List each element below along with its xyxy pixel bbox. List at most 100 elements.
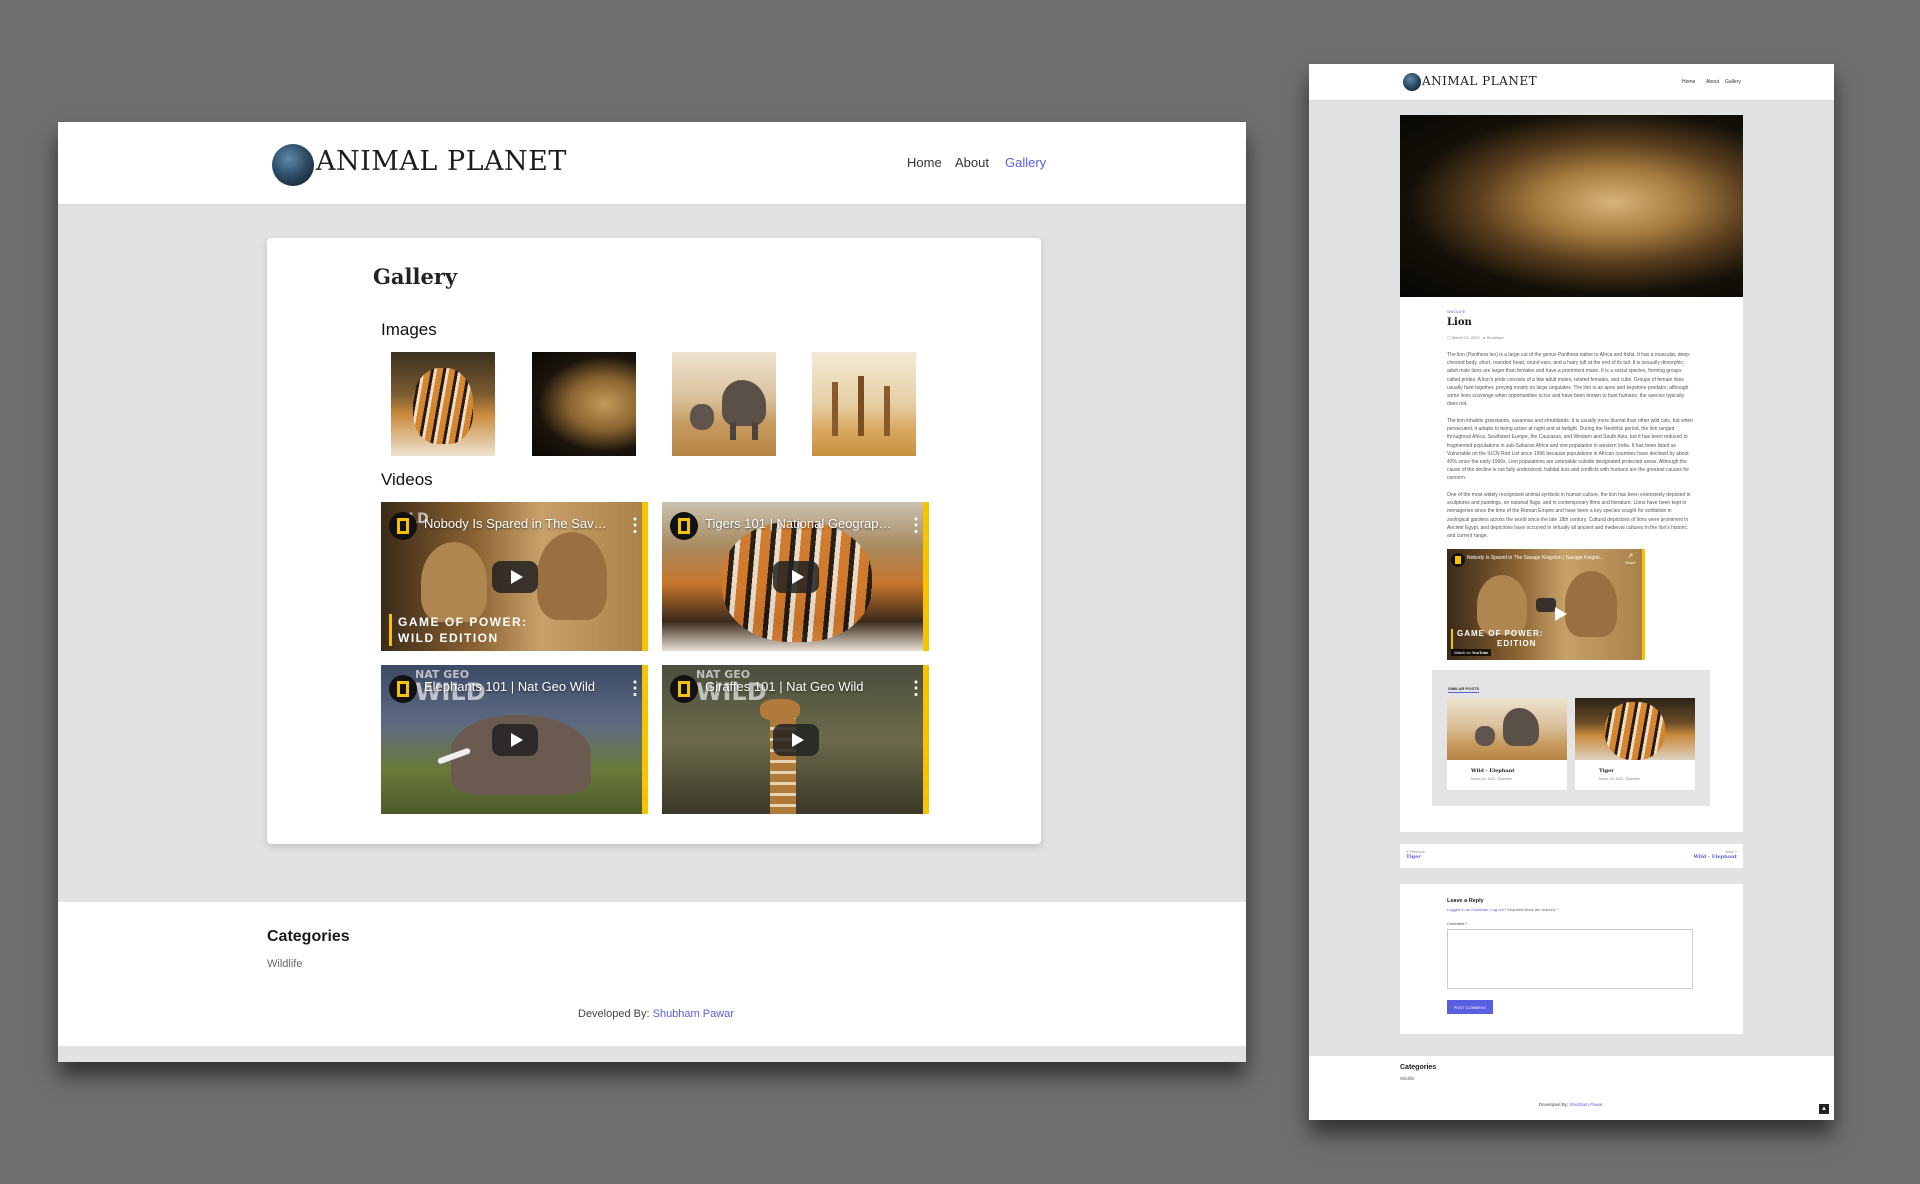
- globe-logo-icon[interactable]: [272, 144, 314, 186]
- channel-logo-icon[interactable]: [670, 675, 698, 703]
- post-meta: ▢ March 29, 2022 ● Shubham: [1447, 335, 1504, 340]
- nav-home[interactable]: Home: [1682, 79, 1695, 85]
- play-icon[interactable]: [491, 723, 538, 756]
- overlay-line1: GAME OF POWER:: [398, 615, 528, 629]
- post-screen: ANIMAL PLANET Home About Gallery WILDLIF…: [1309, 64, 1834, 1120]
- tiger-image[interactable]: [391, 352, 495, 456]
- play-icon[interactable]: [772, 723, 819, 756]
- post-pagination: « Previous Tiger Next » Wild - Elephant: [1400, 844, 1743, 868]
- similar-posts: SIMILAR POSTS Wild - Elephant March 30, …: [1432, 670, 1710, 806]
- post-date: March 30, 2022: [1471, 777, 1496, 781]
- category-tag[interactable]: WILDLIFE: [1447, 309, 1465, 314]
- play-icon[interactable]: [772, 560, 819, 593]
- video-embed[interactable]: NAT GEO WILD Elephants 101 | Nat Geo Wil…: [381, 665, 648, 814]
- post-hero-image: [1400, 115, 1743, 297]
- post-date: March 29, 2022: [1599, 777, 1624, 781]
- developer-link[interactable]: Shubham Pawar: [653, 1008, 734, 1020]
- video-embed[interactable]: Tigers 101 | National Geograph... ⋮: [662, 502, 929, 651]
- logged-in-link[interactable]: Logged in as Shubham. Log out?: [1447, 907, 1506, 912]
- overlay-line2: EDITION: [1497, 639, 1537, 648]
- categories-heading: Categories: [267, 928, 350, 945]
- similar-post-card[interactable]: Wild - Elephant March 30, 2022 Shubham: [1447, 698, 1567, 790]
- post-paragraph: One of the most widely recognised animal…: [1447, 492, 1691, 540]
- site-brand[interactable]: ANIMAL PLANET: [316, 146, 567, 177]
- post-author: Shubham: [1497, 777, 1513, 781]
- site-header: ANIMAL PLANET Home About Gallery: [1309, 64, 1834, 101]
- images-heading: Images: [381, 320, 437, 339]
- developed-by-label: Developed By:: [1539, 1102, 1569, 1107]
- site-footer: Categories Wildlife Developed By: Shubha…: [58, 902, 1246, 1046]
- nav-about[interactable]: About: [1706, 79, 1719, 85]
- comment-label: Comment *: [1447, 921, 1468, 926]
- developer-link[interactable]: Shubham Pawar: [1570, 1102, 1603, 1107]
- similar-post-image[interactable]: [1575, 698, 1695, 760]
- giraffes-image[interactable]: [812, 352, 916, 456]
- post-date: March 29, 2022: [1451, 335, 1480, 340]
- video-accent-stripe: [1642, 549, 1645, 660]
- video-title[interactable]: Nobody Is Spared in The Savag...: [424, 516, 612, 531]
- post-video-embed[interactable]: Nobody Is Spared in The Savage Kingdom |…: [1447, 549, 1645, 660]
- user-icon: ●: [1483, 335, 1486, 340]
- similar-post-title[interactable]: Wild - Elephant: [1471, 768, 1515, 774]
- watch-on-label: Watch on: [1454, 650, 1471, 655]
- similar-posts-heading: SIMILAR POSTS: [1448, 686, 1480, 693]
- video-title[interactable]: Nobody Is Spared in The Savage Kingdom |…: [1467, 555, 1617, 561]
- share-label: Share: [1625, 560, 1636, 565]
- channel-logo-icon[interactable]: [389, 675, 417, 703]
- similar-post-card[interactable]: Tiger March 29, 2022 Shubham: [1575, 698, 1695, 790]
- similar-post-meta: March 29, 2022 Shubham: [1599, 777, 1640, 781]
- channel-logo-icon[interactable]: [670, 512, 698, 540]
- page-title: Gallery: [373, 264, 458, 289]
- required-note: Required fields are marked *: [1507, 907, 1558, 912]
- overlay-line2: WILD EDITION: [398, 631, 499, 645]
- share-icon: ↗: [1627, 553, 1634, 560]
- comment-textarea[interactable]: [1447, 929, 1693, 989]
- similar-post-image[interactable]: [1447, 698, 1567, 760]
- post-author[interactable]: Shubham: [1487, 335, 1504, 340]
- scroll-to-top-icon[interactable]: ▴: [1819, 1104, 1829, 1114]
- elephants-image[interactable]: [672, 352, 776, 456]
- video-overlay-text: GAME OF POWER: WILD EDITION: [389, 614, 528, 646]
- reply-heading: Leave a Reply: [1447, 898, 1484, 904]
- gallery-screen: ANIMAL PLANET Home About Gallery Gallery…: [58, 122, 1246, 1062]
- video-accent-stripe: [923, 502, 929, 651]
- video-embed[interactable]: NAT GEO WILD Giraffes 101 | Nat Geo Wild…: [662, 665, 929, 814]
- post-paragraph: The lion (Panthera leo) is a large cat o…: [1447, 352, 1691, 408]
- category-link[interactable]: Wildlife: [267, 958, 302, 970]
- share-button[interactable]: ↗ Share: [1625, 553, 1636, 565]
- play-icon[interactable]: [491, 560, 538, 593]
- categories-heading: Categories: [1400, 1064, 1437, 1071]
- video-title[interactable]: Elephants 101 | Nat Geo Wild: [424, 679, 612, 694]
- globe-logo-icon[interactable]: [1403, 73, 1421, 91]
- video-embed[interactable]: ILD Nobody Is Spared in The Savag... ⋮ G…: [381, 502, 648, 651]
- video-title[interactable]: Tigers 101 | National Geograph...: [705, 516, 893, 531]
- play-icon[interactable]: [1536, 597, 1567, 621]
- similar-post-meta: March 30, 2022 Shubham: [1471, 777, 1512, 781]
- site-header: ANIMAL PLANET Home About Gallery: [58, 122, 1246, 205]
- nav-gallery[interactable]: Gallery: [1005, 155, 1046, 170]
- prev-post-link[interactable]: « Previous Tiger: [1406, 849, 1425, 860]
- nav-gallery[interactable]: Gallery: [1725, 79, 1741, 85]
- gallery-card: Gallery Images Videos ILD Nobody Is Spar…: [267, 238, 1041, 844]
- category-link[interactable]: Wildlife: [1400, 1076, 1415, 1081]
- video-accent-stripe: [923, 665, 929, 814]
- lion-image[interactable]: [532, 352, 636, 456]
- reply-info: Logged in as Shubham. Log out? Required …: [1447, 907, 1558, 912]
- post-comment-button[interactable]: POST COMMENT: [1447, 1000, 1493, 1014]
- watch-on-youtube[interactable]: Watch on YouTube: [1451, 649, 1492, 656]
- video-accent-stripe: [642, 502, 648, 651]
- post-author: Shubham: [1625, 777, 1641, 781]
- site-brand[interactable]: ANIMAL PLANET: [1422, 74, 1537, 88]
- nav-home[interactable]: Home: [907, 155, 942, 170]
- prev-title: Tiger: [1406, 854, 1421, 860]
- nav-about[interactable]: About: [955, 155, 989, 170]
- video-accent-stripe: [642, 665, 648, 814]
- video-title[interactable]: Giraffes 101 | Nat Geo Wild: [705, 679, 893, 694]
- youtube-logo: YouTube: [1471, 650, 1489, 655]
- next-post-link[interactable]: Next » Wild - Elephant: [1693, 849, 1737, 860]
- post-card: WILDLIFE Lion ▢ March 29, 2022 ● Shubham…: [1400, 115, 1743, 832]
- channel-logo-icon[interactable]: [1451, 553, 1465, 567]
- similar-post-title[interactable]: Tiger: [1599, 768, 1614, 774]
- channel-logo-icon[interactable]: [389, 512, 417, 540]
- reply-form: Leave a Reply Logged in as Shubham. Log …: [1400, 884, 1743, 1034]
